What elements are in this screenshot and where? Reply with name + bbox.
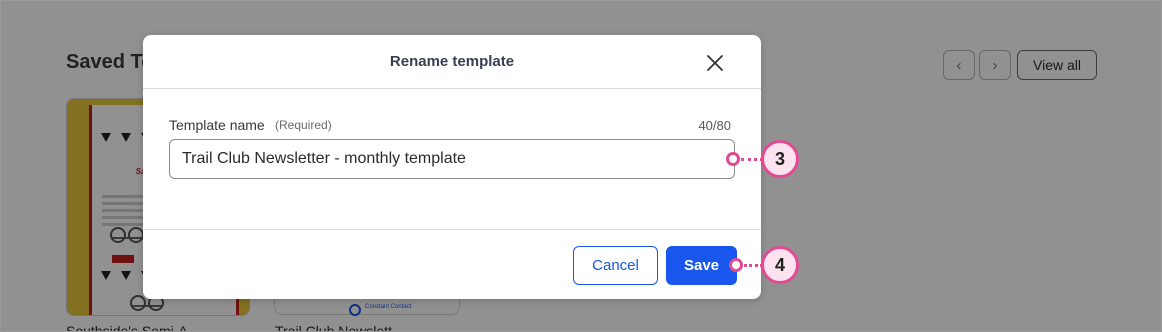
callout-connector [741, 158, 763, 161]
field-label-row: Template name (Required) 40/80 [169, 117, 731, 135]
screenshot-frame: Saved Te ‹ › View all Save up to 30% 60% [0, 0, 1162, 332]
close-icon [707, 55, 723, 71]
template-name-label: Template name [169, 117, 265, 133]
callout-badge: 4 [761, 246, 799, 284]
dialog-footer: Cancel Save [143, 229, 761, 299]
save-button[interactable]: Save [666, 246, 737, 285]
cancel-button[interactable]: Cancel [573, 246, 658, 285]
dialog-title: Rename template [389, 53, 515, 70]
callout-anchor-ring [726, 152, 740, 166]
close-button[interactable] [703, 51, 727, 75]
template-name-input[interactable] [169, 139, 735, 179]
callout-anchor-ring [729, 258, 743, 272]
required-label: (Required) [275, 118, 332, 132]
callout-badge: 3 [761, 140, 799, 178]
rename-template-dialog: Rename template Template name (Required)… [143, 35, 761, 299]
dialog-header: Rename template [143, 35, 761, 89]
character-counter: 40/80 [698, 118, 731, 133]
